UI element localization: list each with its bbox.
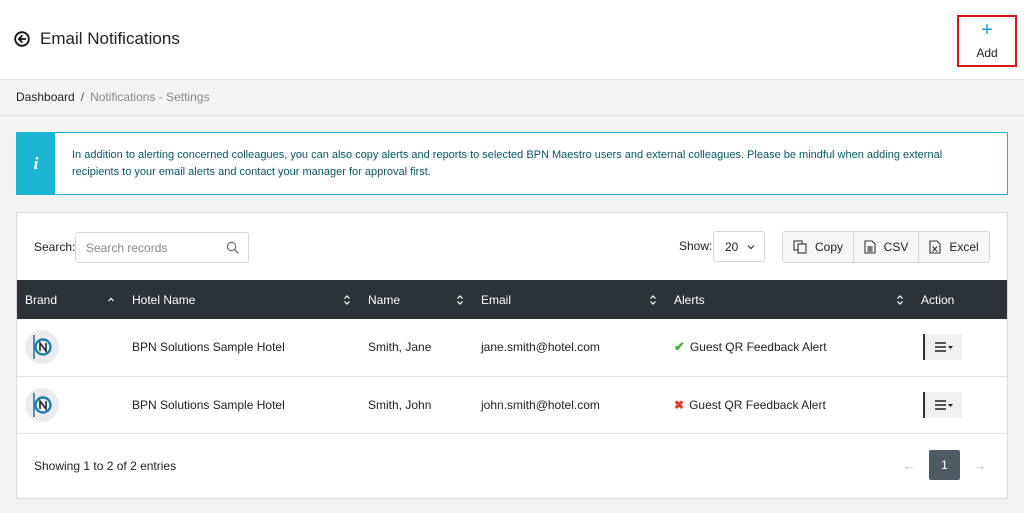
- brand-logo: [25, 330, 59, 365]
- notifications-table: Brand Hotel Name Name Email Alerts Actio…: [17, 280, 1007, 434]
- breadcrumb-current: Notifications - Settings: [90, 90, 210, 104]
- brand-cell: [17, 319, 124, 377]
- excel-file-icon: [929, 240, 941, 254]
- info-icon-panel: i: [17, 133, 55, 194]
- column-header-brand[interactable]: Brand: [17, 280, 124, 319]
- check-icon: ✔: [674, 339, 685, 355]
- sort-icon: [457, 295, 463, 305]
- sort-icon: [344, 295, 350, 305]
- previous-page-arrow-icon[interactable]: ←: [897, 458, 921, 473]
- add-button[interactable]: + Add: [957, 15, 1017, 67]
- name-cell: Smith, Jane: [360, 319, 473, 377]
- excel-button[interactable]: Excel: [919, 232, 989, 262]
- row-action-menu-button[interactable]: [923, 334, 962, 361]
- pagination: ← 1 →: [897, 450, 992, 480]
- search-icon[interactable]: [226, 241, 239, 254]
- column-header-email[interactable]: Email: [473, 280, 666, 319]
- email-cell: john.smith@hotel.com: [473, 376, 666, 434]
- page-size-value: 20: [725, 240, 739, 254]
- back-arrow-icon[interactable]: [14, 31, 30, 47]
- sort-icon: [897, 295, 903, 305]
- cross-icon: ✖: [674, 397, 685, 412]
- plus-icon: +: [981, 19, 993, 41]
- search-input[interactable]: [76, 233, 216, 262]
- csv-file-icon: [864, 240, 876, 254]
- export-buttons: Copy CSV Excel: [782, 231, 990, 263]
- table-header-row: Brand Hotel Name Name Email Alerts Actio…: [17, 280, 1007, 319]
- search-field: [75, 232, 249, 263]
- info-icon: i: [33, 154, 39, 173]
- email-cell: jane.smith@hotel.com: [473, 319, 666, 377]
- column-header-action: Action: [913, 280, 1007, 319]
- alert-name: Guest QR Feedback Alert: [689, 340, 827, 355]
- chevron-down-icon: [747, 245, 755, 250]
- action-cell: [913, 319, 1007, 377]
- table-row: BPN Solutions Sample Hotel Smith, John j…: [17, 376, 1007, 434]
- table-row: BPN Solutions Sample Hotel Smith, Jane j…: [17, 319, 1007, 377]
- alerts-cell: ✖ Guest QR Feedback Alert: [666, 376, 913, 434]
- page-header: Email Notifications + Add: [0, 0, 1024, 80]
- search-label: Search:: [34, 240, 76, 254]
- breadcrumb-dashboard-link[interactable]: Dashboard: [16, 90, 75, 104]
- csv-button[interactable]: CSV: [854, 232, 919, 262]
- add-button-label: Add: [976, 46, 998, 60]
- menu-dropdown-icon: [934, 342, 953, 353]
- csv-button-label: CSV: [883, 240, 909, 254]
- action-cell: [913, 376, 1007, 434]
- row-action-menu-button[interactable]: [923, 391, 962, 418]
- alert-name: Guest QR Feedback Alert: [689, 397, 826, 412]
- sort-icon: [650, 295, 656, 305]
- name-cell: Smith, John: [360, 376, 473, 434]
- breadcrumb-separator: /: [80, 90, 85, 104]
- excel-button-label: Excel: [949, 240, 979, 254]
- records-card: Search: Show: 20 Copy CSV: [16, 212, 1008, 499]
- column-header-name[interactable]: Name: [360, 280, 473, 319]
- show-label: Show:: [679, 239, 713, 253]
- page-title: Email Notifications: [40, 29, 180, 48]
- brand-logo: [25, 387, 59, 422]
- column-header-hotel-name[interactable]: Hotel Name: [124, 280, 360, 319]
- alerts-cell: ✔ Guest QR Feedback Alert: [666, 319, 913, 377]
- divider: [0, 115, 1024, 116]
- column-header-alerts[interactable]: Alerts: [666, 280, 913, 319]
- table-info: Showing 1 to 2 of 2 entries: [34, 459, 177, 473]
- copy-icon: [793, 240, 807, 254]
- bpn-logo-icon: [33, 392, 52, 417]
- copy-button-label: Copy: [814, 240, 843, 254]
- page-1-button[interactable]: 1: [929, 450, 960, 480]
- sort-asc-icon: [108, 297, 114, 302]
- brand-cell: [17, 376, 124, 434]
- next-page-arrow-icon[interactable]: →: [968, 458, 992, 473]
- bpn-logo-icon: [33, 335, 52, 360]
- info-message: In addition to alerting concerned collea…: [72, 149, 943, 178]
- copy-button[interactable]: Copy: [783, 232, 854, 262]
- hotel-name-cell: BPN Solutions Sample Hotel: [124, 376, 360, 434]
- breadcrumb: Dashboard / Notifications - Settings: [16, 90, 209, 104]
- hotel-name-cell: BPN Solutions Sample Hotel: [124, 319, 360, 377]
- page-size-select[interactable]: 20: [713, 231, 765, 262]
- menu-dropdown-icon: [934, 399, 953, 410]
- info-alert: i In addition to alerting concerned coll…: [16, 132, 1008, 195]
